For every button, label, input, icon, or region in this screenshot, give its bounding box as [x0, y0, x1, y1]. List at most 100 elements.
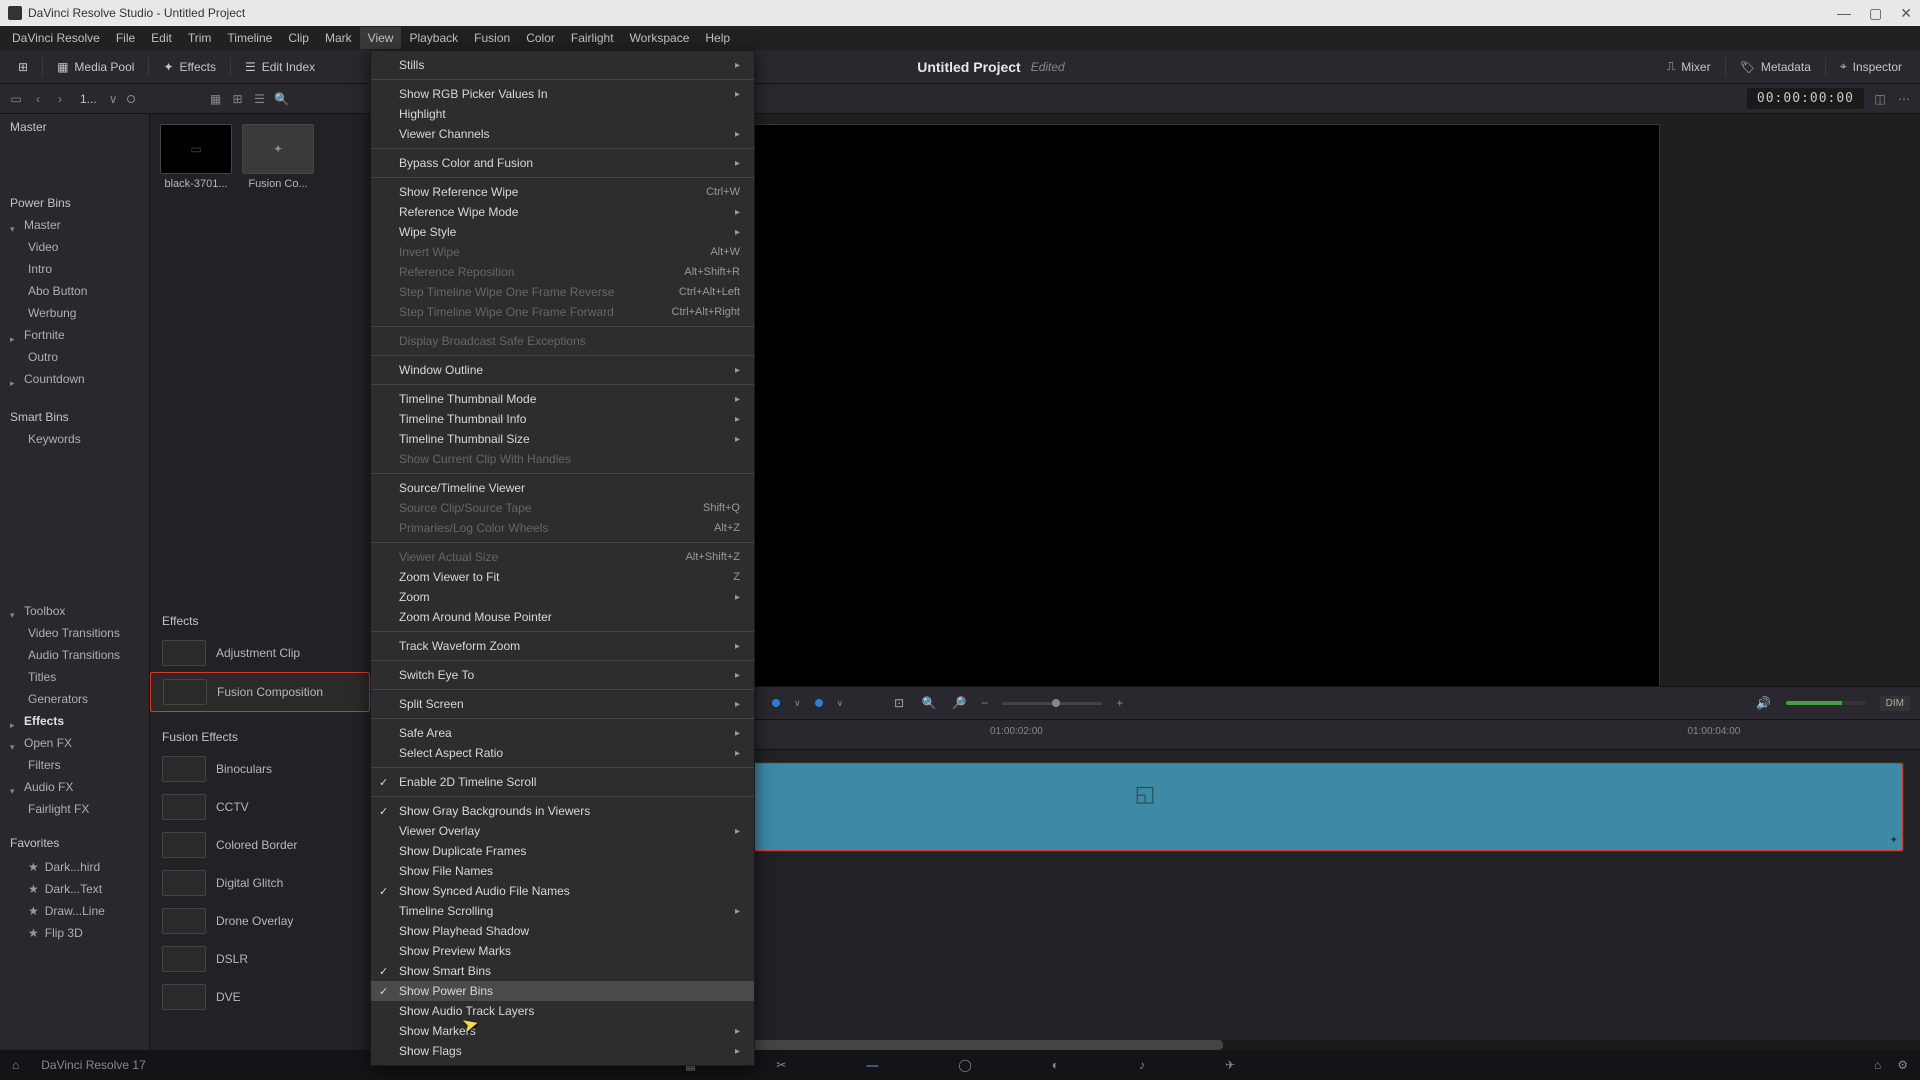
menu-thumb-mode[interactable]: Timeline Thumbnail Mode▸	[371, 389, 754, 409]
menu-fairlight[interactable]: Fairlight	[563, 27, 622, 49]
power-bins-master[interactable]: Master	[0, 214, 149, 236]
menu-power-bins[interactable]: ✓Show Power Bins	[371, 981, 754, 1001]
menu-color[interactable]: Color	[518, 27, 563, 49]
bin-intro[interactable]: Intro	[0, 258, 149, 280]
fav-4[interactable]: ★Flip 3D	[0, 922, 149, 944]
clip-thumb-1[interactable]: ▭ black-3701...	[160, 124, 232, 190]
menu-help[interactable]: Help	[697, 27, 738, 49]
menu-clip[interactable]: Clip	[280, 27, 317, 49]
fx-adjustment-clip[interactable]: Adjustment Clip	[150, 634, 370, 672]
color-page-icon[interactable]: ◐	[1052, 1058, 1059, 1073]
menu-safe[interactable]: Safe Area▸	[371, 723, 754, 743]
fx-digital-glitch[interactable]: Digital Glitch	[150, 864, 370, 902]
menu-audio-layers[interactable]: Show Audio Track Layers	[371, 1001, 754, 1021]
menu-overlay[interactable]: Viewer Overlay▸	[371, 821, 754, 841]
bin-video[interactable]: Video	[0, 236, 149, 258]
menu-thumb-size[interactable]: Timeline Thumbnail Size▸	[371, 429, 754, 449]
menu-gray-bg[interactable]: ✓Show Gray Backgrounds in Viewers	[371, 801, 754, 821]
fx-cctv[interactable]: CCTV	[150, 788, 370, 826]
fav-2[interactable]: ★Dark...Text	[0, 878, 149, 900]
flag-blue-icon[interactable]	[772, 699, 780, 707]
menu-win-outline[interactable]: Window Outline▸	[371, 360, 754, 380]
search-icon[interactable]: 🔍	[273, 91, 289, 107]
maximize-button[interactable]: ▢	[1869, 5, 1882, 22]
toolbox-node[interactable]: Toolbox	[0, 600, 149, 622]
filters-node[interactable]: Filters	[0, 754, 149, 776]
menu-dup-frames[interactable]: Show Duplicate Frames	[371, 841, 754, 861]
dim-button[interactable]: DIM	[1880, 696, 1910, 711]
deliver-page-icon[interactable]: ✈	[1225, 1058, 1235, 1073]
menu-synced[interactable]: ✓Show Synced Audio File Names	[371, 881, 754, 901]
fx-binoculars[interactable]: Binoculars	[150, 750, 370, 788]
dual-view-icon[interactable]: ◫	[1872, 91, 1888, 107]
menu-track-wave[interactable]: Track Waveform Zoom▸	[371, 636, 754, 656]
fx-drone-overlay[interactable]: Drone Overlay	[150, 902, 370, 940]
fusion-page-icon[interactable]: ◯	[958, 1058, 971, 1073]
menu-tl-scroll[interactable]: Timeline Scrolling▸	[371, 901, 754, 921]
expand-button[interactable]: ⊞	[8, 56, 38, 78]
mixer-button[interactable]: ⎍Mixer	[1657, 55, 1721, 78]
menu-stills[interactable]: Stills▸	[371, 55, 754, 75]
menu-flags[interactable]: Show Flags▸	[371, 1041, 754, 1061]
fx-dslr[interactable]: DSLR	[150, 940, 370, 978]
menu-highlight[interactable]: Highlight	[371, 104, 754, 124]
audiofx-node[interactable]: Audio FX	[0, 776, 149, 798]
menu-edit[interactable]: Edit	[143, 27, 180, 49]
menu-thumb-info[interactable]: Timeline Thumbnail Info▸	[371, 409, 754, 429]
bin-werbung[interactable]: Werbung	[0, 302, 149, 324]
menu-workspace[interactable]: Workspace	[622, 27, 698, 49]
menu-preview[interactable]: Show Preview Marks	[371, 941, 754, 961]
bin-fortnite[interactable]: Fortnite	[0, 324, 149, 346]
effects-node[interactable]: Effects	[0, 710, 149, 732]
menu-fusion[interactable]: Fusion	[466, 27, 518, 49]
titles-node[interactable]: Titles	[0, 666, 149, 688]
menu-bypass[interactable]: Bypass Color and Fusion▸	[371, 153, 754, 173]
menu-split[interactable]: Split Screen▸	[371, 694, 754, 714]
menu-aspect[interactable]: Select Aspect Ratio▸	[371, 743, 754, 763]
menu-viewer-channels[interactable]: Viewer Channels▸	[371, 124, 754, 144]
fx-fusion-composition[interactable]: Fusion Composition	[150, 672, 370, 712]
fx-colored-border[interactable]: Colored Border	[150, 826, 370, 864]
bin-keywords[interactable]: Keywords	[0, 428, 149, 450]
nav-back-icon[interactable]: ‹	[30, 91, 46, 107]
menu-ref-wipe[interactable]: Show Reference WipeCtrl+W	[371, 182, 754, 202]
minimize-button[interactable]: —	[1837, 5, 1851, 22]
grid-view-icon[interactable]: ⊞	[229, 91, 245, 107]
video-transitions[interactable]: Video Transitions	[0, 622, 149, 644]
menu-markers[interactable]: Show Markers▸	[371, 1021, 754, 1041]
zoom-out-icon[interactable]: 🔍	[921, 695, 937, 711]
marker-blue-icon[interactable]	[815, 699, 823, 707]
menu-smart-bins[interactable]: ✓Show Smart Bins	[371, 961, 754, 981]
close-button[interactable]: ✕	[1900, 5, 1912, 22]
snapping-icon[interactable]: ⊡	[891, 695, 907, 711]
volume-slider[interactable]	[1786, 701, 1866, 705]
menu-playback[interactable]: Playback	[401, 27, 466, 49]
cut-page-icon[interactable]: ✂	[776, 1058, 786, 1073]
fairlight-node[interactable]: Fairlight FX	[0, 798, 149, 820]
bin-abo-button[interactable]: Abo Button	[0, 280, 149, 302]
menu-enable-2d[interactable]: ✓Enable 2D Timeline Scroll	[371, 772, 754, 792]
menu-timeline[interactable]: Timeline	[219, 27, 280, 49]
bin-view-icon[interactable]: ▭	[8, 91, 24, 107]
thumb-view-icon[interactable]: ▦	[207, 91, 223, 107]
menu-zoom-mouse[interactable]: Zoom Around Mouse Pointer	[371, 607, 754, 627]
menu-davinci[interactable]: DaVinci Resolve	[4, 27, 108, 49]
fairlight-page-icon[interactable]: ♪	[1139, 1058, 1145, 1073]
audio-transitions[interactable]: Audio Transitions	[0, 644, 149, 666]
menu-zoom-fit[interactable]: Zoom Viewer to FitZ	[371, 567, 754, 587]
menu-playhead[interactable]: Show Playhead Shadow	[371, 921, 754, 941]
edit-page-icon[interactable]: ⎯⎯	[866, 1058, 878, 1073]
home-icon[interactable]: ⌂	[12, 1058, 19, 1072]
fav-3[interactable]: ★Draw...Line	[0, 900, 149, 922]
nav-fwd-icon[interactable]: ›	[52, 91, 68, 107]
menu-switch-eye[interactable]: Switch Eye To▸	[371, 665, 754, 685]
openfx-node[interactable]: Open FX	[0, 732, 149, 754]
fav-1[interactable]: ★Dark...hird	[0, 856, 149, 878]
menu-file-names[interactable]: Show File Names	[371, 861, 754, 881]
fx-dve[interactable]: DVE	[150, 978, 370, 1016]
bin-countdown[interactable]: Countdown	[0, 368, 149, 390]
list-view-icon[interactable]: ☰	[251, 91, 267, 107]
effects-button[interactable]: ✦Effects	[153, 56, 226, 78]
clip-thumb-2[interactable]: ✦ Fusion Co...	[242, 124, 314, 190]
settings-icon[interactable]: ⚙	[1897, 1058, 1908, 1072]
